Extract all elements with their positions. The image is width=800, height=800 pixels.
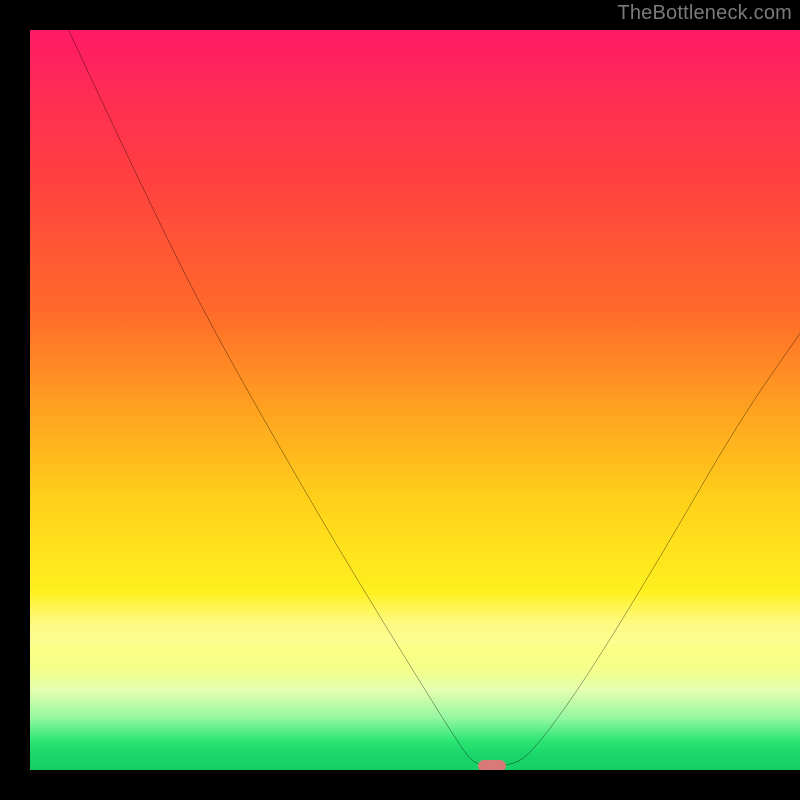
watermark-text: TheBottleneck.com [617,2,792,25]
chart-frame: TheBottleneck.com [0,0,800,800]
bottleneck-curve-path [69,30,800,766]
optimal-marker [478,760,506,770]
curve-svg [30,30,800,770]
plot-area [30,30,800,770]
